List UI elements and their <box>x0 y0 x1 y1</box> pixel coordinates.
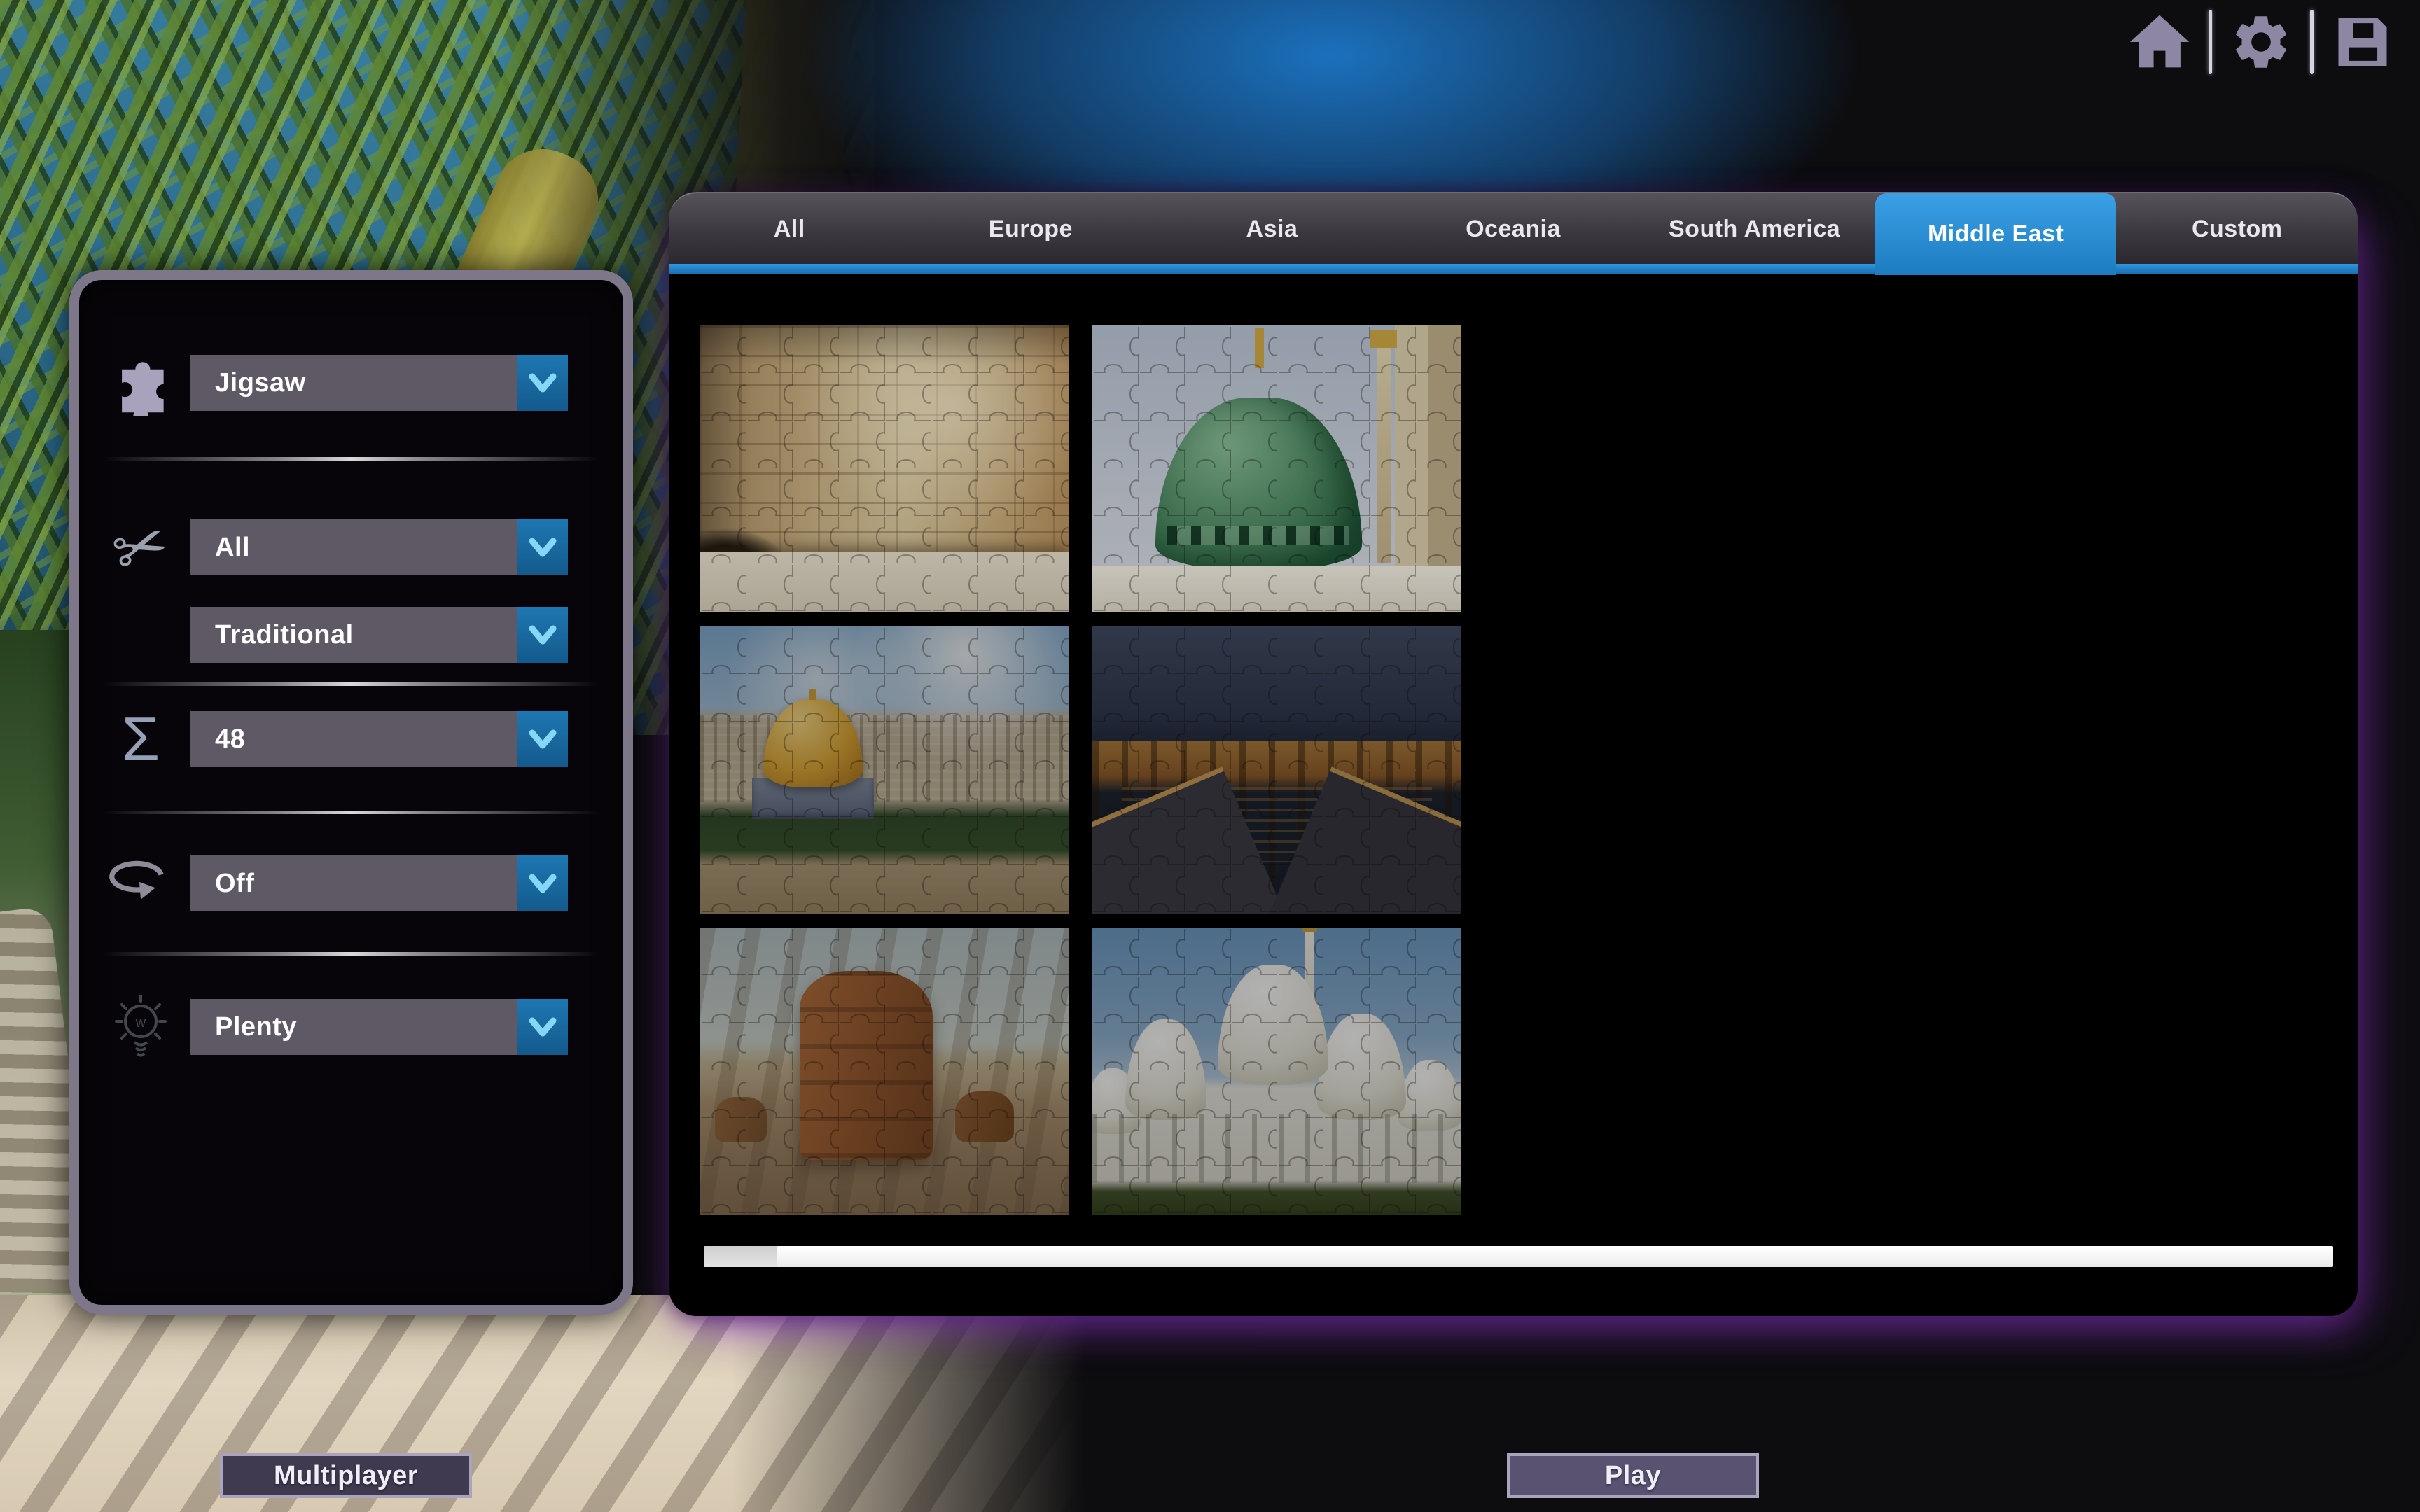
rotation-dropdown-button[interactable] <box>517 855 568 911</box>
settings-gear-icon <box>2229 10 2293 74</box>
puzzle-thumbnail[interactable] <box>700 626 1069 913</box>
piece-count-dropdown-button[interactable] <box>517 711 568 767</box>
toolbar <box>2126 8 2396 76</box>
tab-south-america[interactable]: South America <box>1634 193 1875 265</box>
sand-background <box>0 1295 1260 1512</box>
cut-shape-dropdown[interactable]: Traditional <box>190 607 568 663</box>
tab-oceania[interactable]: Oceania <box>1393 193 1634 265</box>
gallery-scrollbar-track[interactable] <box>704 1246 2333 1267</box>
tab-europe[interactable]: Europe <box>910 193 1152 265</box>
cut-style-dropdown-button[interactable] <box>517 519 568 575</box>
puzzle-thumbnail[interactable] <box>1092 326 1461 612</box>
tab-asia[interactable]: Asia <box>1151 193 1393 265</box>
chevron-down-icon <box>528 372 557 394</box>
cut-shape-dropdown-button[interactable] <box>517 607 568 663</box>
puzzle-type-dropdown[interactable]: Jigsaw <box>190 355 568 411</box>
cut-shape-row: Traditional <box>79 607 623 663</box>
hints-value: Plenty <box>190 999 517 1055</box>
hint-bulb-icon: w <box>104 999 177 1055</box>
puzzle-thumbnail[interactable] <box>700 927 1069 1214</box>
piece-count-dropdown[interactable]: 48 <box>190 711 568 767</box>
region-tabbar: All Europe Asia Oceania South America Mi… <box>669 192 2358 265</box>
tab-middle-east[interactable]: Middle East <box>1875 193 2117 275</box>
home-icon <box>2127 10 2192 74</box>
tab-custom[interactable]: Custom <box>2116 193 2358 265</box>
save-icon <box>2330 10 2395 74</box>
chevron-down-icon <box>528 872 557 895</box>
hints-row: w Plenty <box>79 999 623 1055</box>
puzzle-settings-panel: Jigsaw ✂ All <box>69 270 633 1315</box>
home-button[interactable] <box>2126 8 2193 76</box>
puzzle-type-value: Jigsaw <box>190 355 517 411</box>
section-divider <box>103 457 599 461</box>
piece-count-row: Σ 48 <box>79 711 623 767</box>
puzzle-thumbnail[interactable] <box>1092 927 1461 1214</box>
hints-dropdown[interactable]: Plenty <box>190 999 568 1055</box>
cut-style-dropdown[interactable]: All <box>190 519 568 575</box>
cut-style-value: All <box>190 519 517 575</box>
multiplayer-button[interactable]: Multiplayer <box>220 1453 472 1498</box>
toolbar-separator <box>2310 10 2314 74</box>
rotate-icon <box>104 855 177 911</box>
chevron-down-icon <box>528 1016 557 1038</box>
play-button[interactable]: Play <box>1507 1453 1759 1498</box>
chevron-down-icon <box>528 728 557 750</box>
puzzle-thumbnail[interactable] <box>1092 626 1461 913</box>
cut-style-row: ✂ All <box>79 519 623 575</box>
game-screen: Jigsaw ✂ All <box>0 0 2420 1512</box>
svg-text:w: w <box>135 1015 146 1030</box>
puzzle-type-row: Jigsaw <box>79 355 623 411</box>
puzzle-gallery-panel: All Europe Asia Oceania South America Mi… <box>669 192 2358 1316</box>
settings-button[interactable] <box>2227 8 2295 76</box>
toolbar-separator <box>2209 10 2212 74</box>
gallery-scrollbar-thumb[interactable] <box>777 1246 2333 1267</box>
cut-shape-value: Traditional <box>190 607 517 663</box>
rotation-dropdown[interactable]: Off <box>190 855 568 911</box>
section-divider <box>103 952 599 955</box>
puzzle-thumbnail[interactable] <box>700 326 1069 612</box>
scissors-icon: ✂ <box>104 519 177 575</box>
save-button[interactable] <box>2329 8 2396 76</box>
hints-dropdown-button[interactable] <box>517 999 568 1055</box>
puzzle-type-dropdown-button[interactable] <box>517 355 568 411</box>
rotation-value: Off <box>190 855 517 911</box>
sigma-icon: Σ <box>104 711 177 767</box>
puzzle-piece-icon <box>104 355 177 411</box>
section-divider <box>103 811 599 814</box>
gallery-content <box>669 274 2358 1316</box>
chevron-down-icon <box>528 536 557 559</box>
chevron-down-icon <box>528 624 557 646</box>
tab-all[interactable]: All <box>669 193 910 265</box>
piece-count-value: 48 <box>190 711 517 767</box>
section-divider <box>103 682 599 686</box>
rotation-row: Off <box>79 855 623 911</box>
